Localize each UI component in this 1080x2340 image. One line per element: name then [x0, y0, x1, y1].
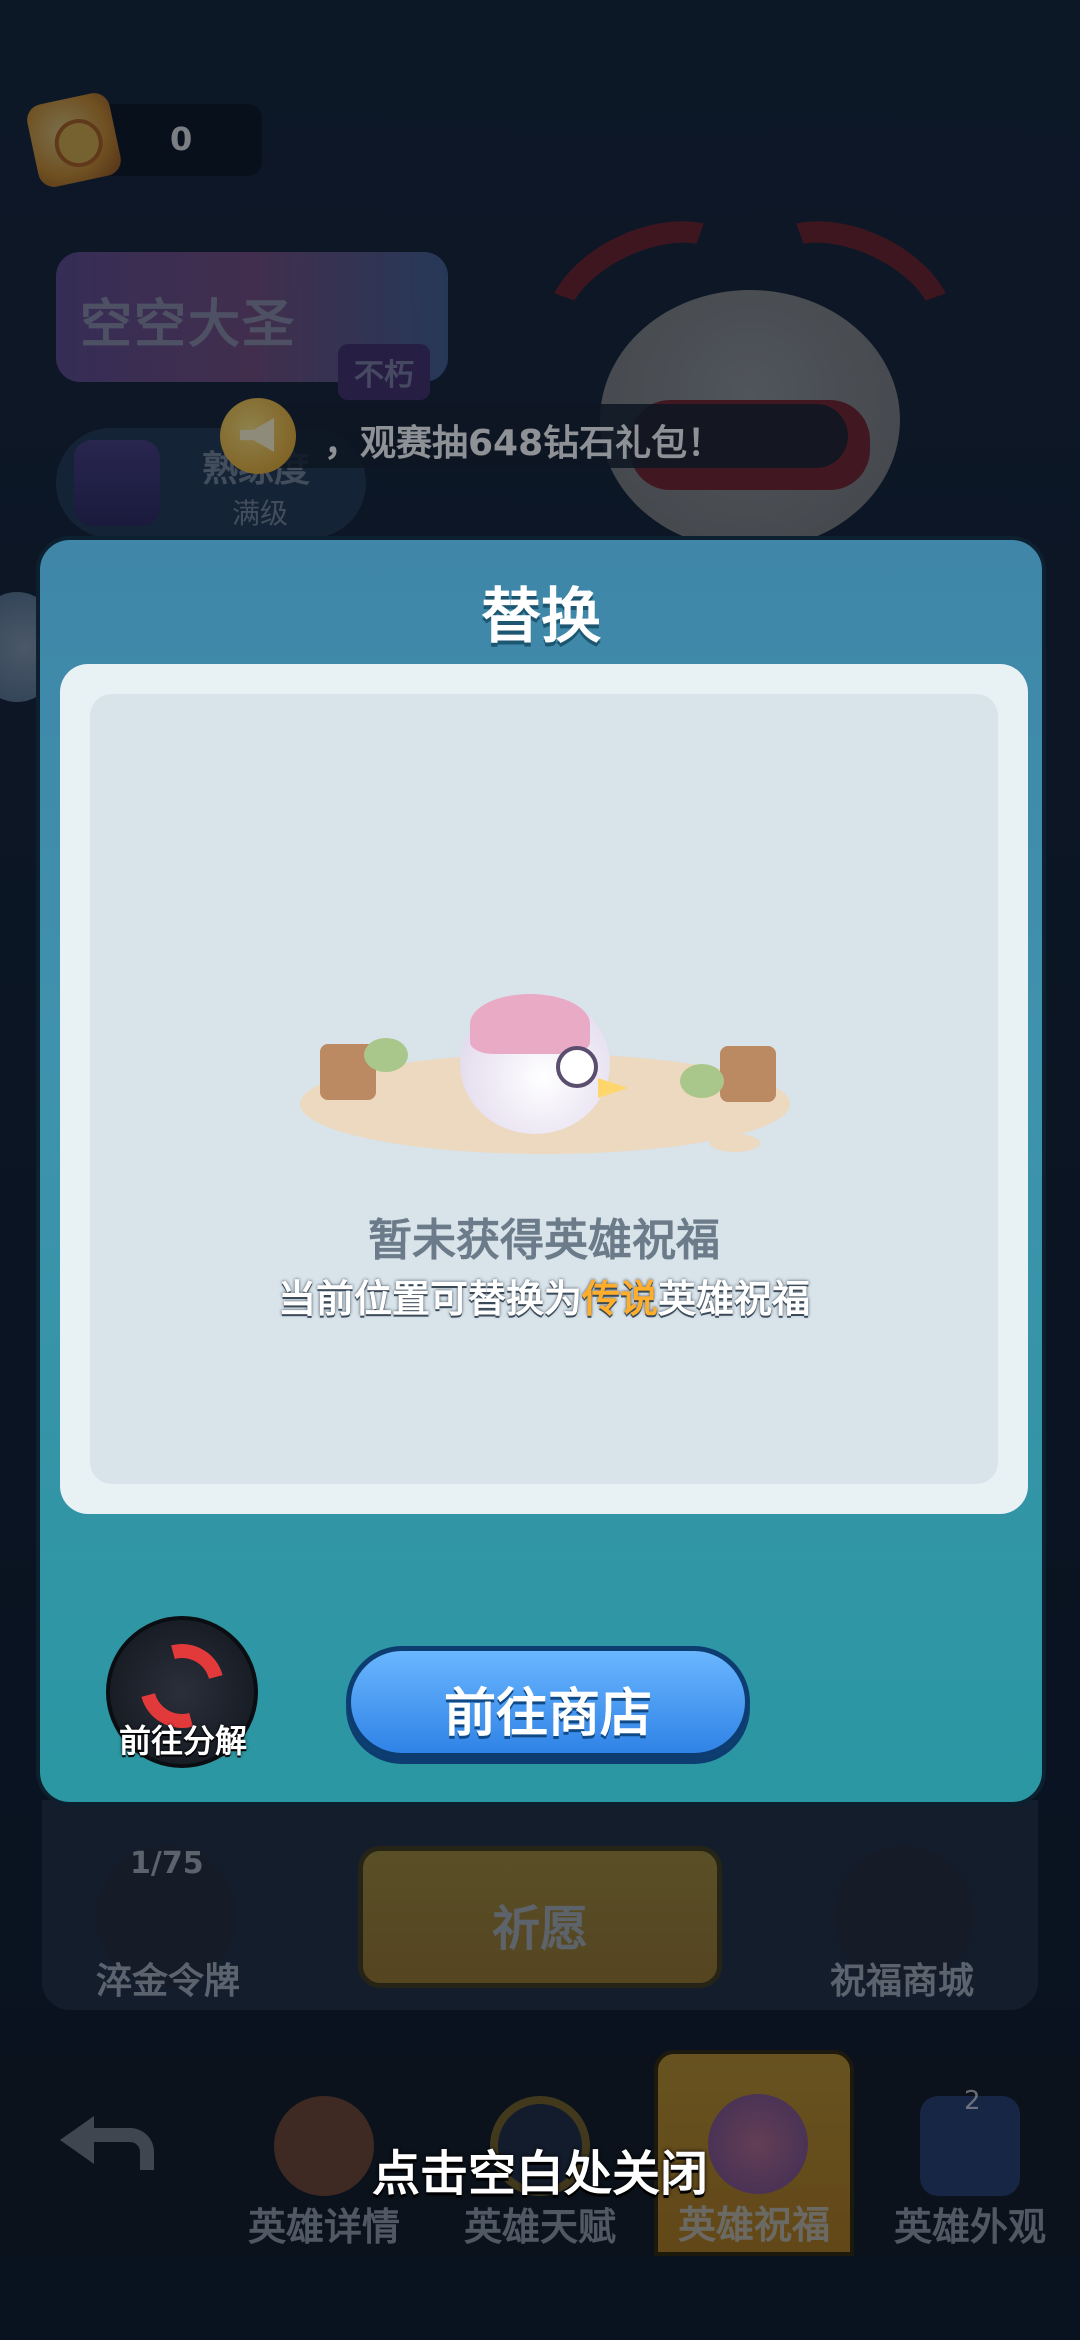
bird-eye	[556, 1046, 598, 1088]
close-hint: 点击空白处关闭	[371, 2146, 708, 2202]
decompose-label[interactable]: 前往分解	[78, 1716, 288, 1762]
empty-title: 暂未获得英雄祝福	[368, 1215, 720, 1266]
replace-dialog: 替换 暂未获得英雄祝福 当前位置可替换为传说英雄祝福 前往分解 前往商店	[36, 536, 1046, 1806]
bird-mascot	[460, 994, 628, 1134]
rarity-highlight: 传说	[581, 1277, 658, 1321]
empty-state: 暂未获得英雄祝福 当前位置可替换为传说英雄祝福	[90, 694, 998, 1484]
empty-illustration	[300, 994, 790, 1174]
bush-icon	[364, 1038, 408, 1072]
empty-sub-suffix: 英雄祝福	[658, 1277, 811, 1321]
sand-puddle	[710, 1134, 760, 1152]
bush-icon	[680, 1064, 724, 1098]
go-to-shop-button[interactable]: 前往商店	[346, 1646, 750, 1758]
bird-hat	[470, 994, 590, 1054]
empty-subtitle: 当前位置可替换为传说英雄祝福	[90, 1268, 998, 1323]
stump-icon	[720, 1046, 776, 1102]
shop-button-label: 前往商店	[443, 1684, 652, 1744]
empty-sub-prefix: 当前位置可替换为	[277, 1277, 582, 1321]
blessing-panel: 暂未获得英雄祝福 当前位置可替换为传说英雄祝福	[60, 664, 1028, 1514]
dialog-title: 替换	[481, 582, 601, 652]
